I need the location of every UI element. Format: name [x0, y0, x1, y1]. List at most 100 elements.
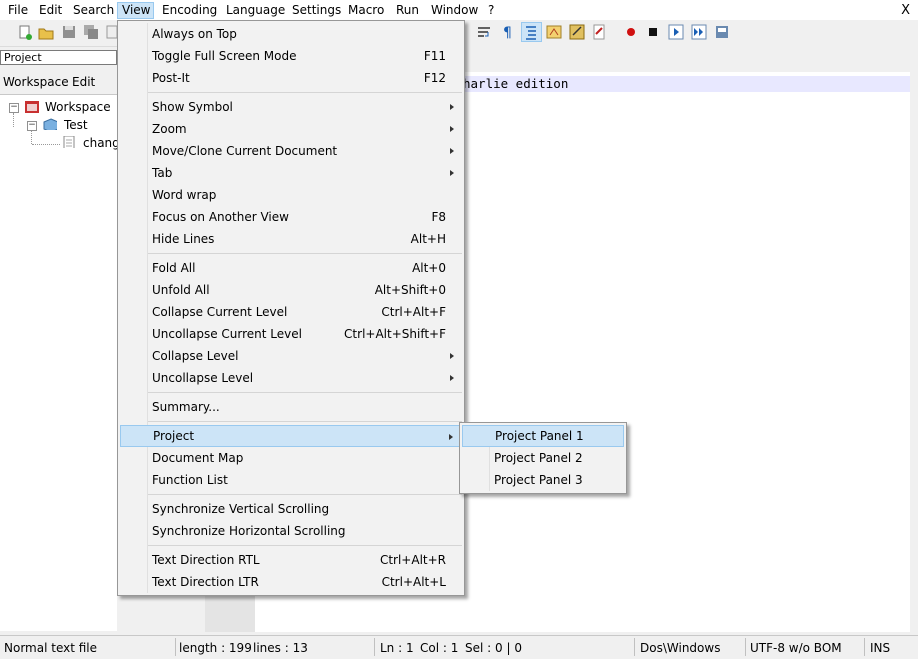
view-menu-item-project[interactable]: Project: [120, 425, 462, 447]
menu-item-label: Document Map: [152, 451, 244, 465]
close-document-button[interactable]: X: [901, 2, 910, 19]
view-menu-item-uncollapse-current-level[interactable]: Uncollapse Current Level Ctrl+Alt+Shift+F: [120, 323, 462, 345]
open-folder-icon[interactable]: [37, 23, 55, 41]
view-menu-item-function-list[interactable]: Function List: [120, 469, 462, 491]
view-menu-item-uncollapse-level[interactable]: Uncollapse Level: [120, 367, 462, 389]
project-panel-title: Project: [0, 50, 117, 65]
menu-language[interactable]: Language: [222, 2, 289, 19]
menu-help[interactable]: ?: [484, 2, 498, 19]
view-menu-item-collapse-level[interactable]: Collapse Level: [120, 345, 462, 367]
menu-item-label: Text Direction LTR: [152, 575, 259, 589]
project-panel-menubar: Workspace Edit: [0, 72, 117, 92]
view-menu-item-toggle-full-screen-mode[interactable]: Toggle Full Screen Mode F11: [120, 45, 462, 67]
view-menu-item-fold-all[interactable]: Fold All Alt+0: [120, 257, 462, 279]
view-menu-item-collapse-current-level[interactable]: Collapse Current Level Ctrl+Alt+F: [120, 301, 462, 323]
status-insert-mode: INS: [870, 641, 891, 655]
view-menu-item-document-map[interactable]: Document Map: [120, 447, 462, 469]
status-separator: [175, 638, 176, 656]
view-menu-item-text-direction-rtl[interactable]: Text Direction RTL Ctrl+Alt+R: [120, 549, 462, 571]
menu-item-label: Collapse Current Level: [152, 305, 288, 319]
menu-item-shortcut: Ctrl+Alt+F: [381, 305, 446, 319]
view-menu-item-show-symbol[interactable]: Show Symbol: [120, 96, 462, 118]
menu-item-label: Collapse Level: [152, 349, 239, 363]
save-all-icon[interactable]: [82, 23, 100, 41]
view-menu-item-summary[interactable]: Summary...: [120, 396, 462, 418]
menu-item-label: Synchronize Horizontal Scrolling: [152, 524, 346, 538]
menu-item-shortcut: Alt+H: [410, 232, 446, 246]
menu-item-label: Project Panel 2: [494, 451, 583, 465]
view-menu-item-always-on-top[interactable]: Always on Top: [120, 23, 462, 45]
save-icon[interactable]: [60, 23, 78, 41]
status-separator: [634, 638, 635, 656]
menu-search[interactable]: Search: [69, 2, 118, 19]
indent-guide-icon[interactable]: [521, 22, 542, 42]
view-menu-item-focus-on-another-view[interactable]: Focus on Another View F8: [120, 206, 462, 228]
view-menu-item-text-direction-ltr[interactable]: Text Direction LTR Ctrl+Alt+L: [120, 571, 462, 593]
menu-item-shortcut: Alt+Shift+0: [374, 283, 446, 297]
view-menu-item-tab[interactable]: Tab: [120, 162, 462, 184]
menu-edit[interactable]: Edit: [35, 2, 66, 19]
menu-file[interactable]: File: [4, 2, 32, 19]
menu-item-label: Post-It: [152, 71, 190, 85]
project-submenu-item-project-panel-3[interactable]: Project Panel 3: [462, 469, 624, 491]
menu-item-label: Project: [153, 429, 195, 443]
editor-scrollbar[interactable]: [910, 72, 918, 632]
folder-workspace-icon[interactable]: [590, 23, 608, 41]
svg-text:¶: ¶: [503, 25, 512, 41]
view-menu-item-synchronize-horizontal-scrolling[interactable]: Synchronize Horizontal Scrolling: [120, 520, 462, 542]
editor-visible-text[interactable]: harlie edition: [463, 76, 568, 92]
status-lines: lines : 13: [253, 641, 308, 655]
menu-encoding[interactable]: Encoding: [158, 2, 221, 19]
submenu-arrow-icon: [449, 434, 453, 440]
menu-settings[interactable]: Settings: [288, 2, 345, 19]
view-menu-item-post-it[interactable]: Post-It F12: [120, 67, 462, 89]
menu-item-label: Uncollapse Current Level: [152, 327, 302, 341]
project-menu-workspace[interactable]: Workspace: [3, 75, 69, 89]
menu-separator: [148, 92, 462, 93]
menu-view[interactable]: View: [117, 2, 154, 19]
status-file-type: Normal text file: [4, 641, 98, 655]
menu-item-label: Always on Top: [152, 27, 237, 41]
menu-item-shortcut: Ctrl+Alt+L: [381, 575, 446, 589]
tree-connector: [13, 113, 15, 127]
status-sel: Sel : 0 | 0: [465, 641, 522, 655]
record-macro-icon[interactable]: [622, 23, 640, 41]
play-macro-icon[interactable]: [667, 23, 685, 41]
project-submenu-item-project-panel-1[interactable]: Project Panel 1: [462, 425, 624, 447]
function-list-icon[interactable]: [568, 23, 586, 41]
project-menu-edit[interactable]: Edit: [72, 75, 95, 89]
menu-separator: [148, 421, 462, 422]
tree-item-project[interactable]: Test: [64, 117, 88, 133]
tree-item-workspace[interactable]: Workspace: [45, 99, 111, 115]
menu-macro[interactable]: Macro: [344, 2, 388, 19]
submenu-arrow-icon: [450, 170, 454, 176]
view-menu-item-move-clone-current-document[interactable]: Move/Clone Current Document: [120, 140, 462, 162]
collapse-icon[interactable]: −: [27, 121, 37, 131]
menu-item-shortcut: F8: [431, 210, 446, 224]
new-file-icon[interactable]: [16, 23, 34, 41]
menu-item-label: Zoom: [152, 122, 187, 136]
view-menu-item-zoom[interactable]: Zoom: [120, 118, 462, 140]
menu-run[interactable]: Run: [392, 2, 423, 19]
collapse-icon[interactable]: −: [9, 103, 19, 113]
submenu-arrow-icon: [450, 375, 454, 381]
tree-item-file[interactable]: chang: [83, 135, 120, 151]
menu-item-label: Focus on Another View: [152, 210, 289, 224]
menu-window[interactable]: Window: [427, 2, 482, 19]
status-encoding: UTF-8 w/o BOM: [750, 641, 842, 655]
doc-map-icon[interactable]: [545, 23, 563, 41]
view-menu-item-unfold-all[interactable]: Unfold All Alt+Shift+0: [120, 279, 462, 301]
view-menu-item-synchronize-vertical-scrolling[interactable]: Synchronize Vertical Scrolling: [120, 498, 462, 520]
menu-item-label: Hide Lines: [152, 232, 215, 246]
stop-macro-icon[interactable]: [644, 23, 662, 41]
view-menu-item-word-wrap[interactable]: Word wrap: [120, 184, 462, 206]
show-all-chars-icon[interactable]: ¶: [499, 23, 517, 41]
run-macro-multiple-icon[interactable]: [690, 23, 708, 41]
menu-item-label: Fold All: [152, 261, 196, 275]
project-submenu-item-project-panel-2[interactable]: Project Panel 2: [462, 447, 624, 469]
save-macro-icon[interactable]: [713, 23, 731, 41]
menu-separator: [148, 253, 462, 254]
project-cube-icon: [43, 118, 57, 130]
word-wrap-icon[interactable]: [476, 23, 494, 41]
view-menu-item-hide-lines[interactable]: Hide Lines Alt+H: [120, 228, 462, 250]
